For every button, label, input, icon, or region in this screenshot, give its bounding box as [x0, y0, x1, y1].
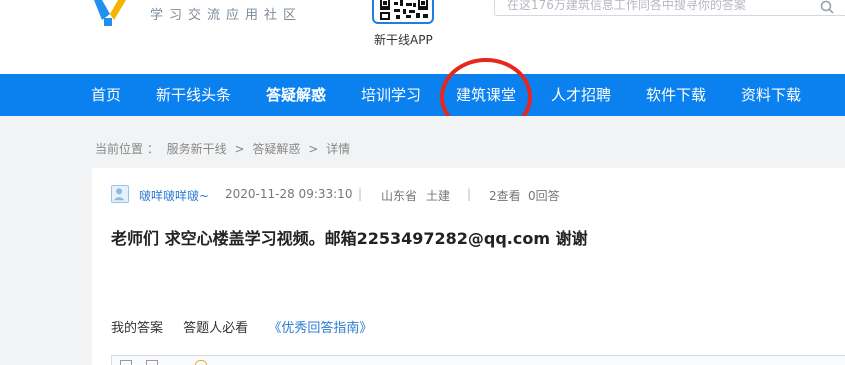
question-answers: 0回答 — [528, 189, 560, 203]
search-input[interactable]: 在这176万建筑信息工作同各中搜寻你的答案 — [494, 0, 845, 16]
nav-item-home[interactable]: 首页 — [91, 74, 121, 116]
logo-icon[interactable] — [88, 0, 128, 26]
question-category[interactable]: 土建 — [426, 187, 450, 204]
nav-item-jobs[interactable]: 人才招聘 — [551, 74, 611, 116]
breadcrumb-separator: > — [308, 142, 319, 156]
app-download-label[interactable]: 新干线APP — [374, 31, 433, 48]
nav-item-materials[interactable]: 资料下载 — [741, 74, 801, 116]
meta-divider: | — [467, 187, 472, 201]
nav-item-training[interactable]: 培训学习 — [361, 74, 421, 116]
question-region: 山东省 — [381, 189, 418, 203]
must-read-label: 答题人必看 — [183, 321, 249, 336]
question-title: 老师们 求空心楼盖学习视频。邮箱2253497282@qq.com 谢谢 — [111, 229, 588, 248]
nav-item-software[interactable]: 软件下载 — [646, 74, 706, 116]
main-nav: 首页 新干线头条 答疑解惑 培训学习 建筑课堂 人才招聘 软件下载 资料下载 — [0, 74, 845, 116]
breadcrumb-item[interactable]: 服务新干线 — [167, 142, 227, 156]
answer-guide-link[interactable]: 《优秀回答指南》 — [268, 321, 372, 336]
user-avatar-icon — [113, 188, 125, 201]
editor-tool-icon[interactable] — [120, 360, 132, 365]
qr-code-icon[interactable] — [372, 0, 434, 24]
nav-item-qa[interactable]: 答疑解惑 — [266, 74, 326, 116]
avatar[interactable] — [111, 185, 129, 203]
answer-editor-toolbar — [111, 355, 845, 365]
question-datetime: 2020-11-28 09:33:10 — [225, 187, 353, 201]
emoji-icon[interactable] — [195, 360, 207, 365]
breadcrumb-separator: > — [234, 142, 245, 156]
nav-item-headlines[interactable]: 新干线头条 — [156, 74, 231, 116]
answer-section-header: 我的答案 答题人必看 《优秀回答指南》 — [111, 317, 372, 336]
site-header: 学习交流应用社区 新干线APP 在这176万建筑信息工作同各中搜寻你的答案 — [0, 0, 845, 74]
breadcrumb-item: 详情 — [326, 142, 351, 156]
breadcrumb-item[interactable]: 答疑解惑 — [252, 142, 300, 156]
search-icon[interactable] — [820, 0, 834, 14]
question-views: 2查看 — [489, 189, 521, 203]
question-author[interactable]: 啵咩啵咩啵~ — [139, 187, 209, 204]
meta-divider: | — [358, 187, 363, 201]
my-answer-label: 我的答案 — [111, 321, 164, 336]
editor-tool-icon[interactable] — [146, 360, 158, 365]
breadcrumb: 当前位置 ： 服务新干线 > 答疑解惑 > 详情 — [95, 140, 354, 157]
search-placeholder: 在这176万建筑信息工作同各中搜寻你的答案 — [507, 0, 746, 12]
site-tagline: 学习交流应用社区 — [150, 8, 303, 23]
breadcrumb-prefix: 当前位置 ： — [95, 142, 159, 156]
nav-item-building-class[interactable]: 建筑课堂 — [456, 74, 516, 116]
